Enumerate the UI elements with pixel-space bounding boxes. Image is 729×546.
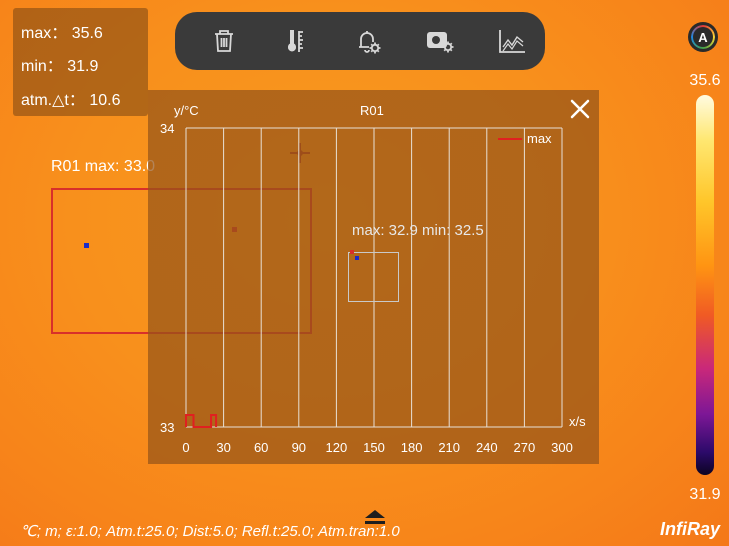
auto-mode-button[interactable]: A [688, 22, 718, 52]
roi-box2-label: max: 32.9 min: 32.5 [352, 222, 484, 239]
x-tick-label: 0 [182, 440, 190, 455]
box2-max-marker [350, 250, 354, 254]
measurement-parameters: ℃; m; ε:1.0; Atm.t:25.0; Dist:5.0; Refl.… [20, 523, 400, 540]
series-line-max [185, 414, 218, 428]
delta-value: 10.6 [89, 92, 121, 109]
max-label: max： [21, 25, 68, 42]
x-tick-label: 240 [475, 440, 498, 455]
chart-title: R01 [360, 103, 384, 118]
auto-badge-label: A [698, 29, 708, 45]
max-stat: max： 35.6 [21, 19, 103, 43]
chart-series [185, 414, 218, 428]
max-value: 35.6 [71, 25, 103, 42]
palette-min-value: 31.9 [689, 486, 721, 503]
x-tick-label: 30 [216, 440, 231, 455]
roi-r01-label: R01 max: 33.0 [51, 158, 156, 175]
chart-y-axis-label: y/°C [174, 103, 199, 118]
alarm-settings-button[interactable] [348, 21, 388, 61]
x-tick-label: 90 [291, 440, 307, 455]
camera-settings-button[interactable] [420, 21, 460, 61]
color-palette-bar[interactable] [696, 95, 714, 475]
x-tick-label: 180 [400, 440, 423, 455]
palette-max-value: 35.6 [689, 72, 721, 89]
brand-logo: InfiRay [660, 519, 720, 543]
trend-chart-icon [499, 30, 525, 53]
x-tick-label: 300 [551, 440, 573, 455]
min-point-marker [84, 243, 89, 248]
y-tick-label: 34 [160, 121, 175, 136]
legend-max-label: max [527, 131, 552, 146]
x-tick-label: 270 [513, 440, 536, 455]
trend-chart-button[interactable] [492, 21, 532, 61]
logo-text: InfiRay [660, 519, 721, 539]
trash-icon [215, 30, 233, 52]
min-label: min： [21, 58, 63, 75]
min-stat: min： 31.9 [21, 52, 98, 76]
x-tick-label: 120 [325, 440, 348, 455]
min-value: 31.9 [67, 58, 99, 75]
delta-label: atm.△t： [21, 92, 85, 109]
temperature-stats-panel: max： 35.6 min： 31.9 atm.△t： 10.6 [13, 8, 148, 116]
x-tick-label: 60 [253, 440, 269, 455]
legend-max-swatch [498, 138, 522, 140]
toolbar [175, 12, 545, 70]
thermometer-icon [288, 30, 303, 52]
temperature-button[interactable] [276, 21, 316, 61]
box2-min-marker [355, 256, 359, 260]
x-tick-label: 210 [438, 440, 461, 455]
y-tick-label: 33 [160, 420, 175, 435]
chart-x-axis-label: x/s [569, 414, 586, 429]
close-icon[interactable] [568, 97, 592, 121]
delete-button[interactable] [204, 21, 244, 61]
alarm-bell-settings-icon [359, 31, 381, 54]
camera-settings-icon [427, 32, 454, 53]
atm-delta-stat: atm.△t： 10.6 [21, 86, 120, 110]
x-tick-label: 150 [363, 440, 385, 455]
